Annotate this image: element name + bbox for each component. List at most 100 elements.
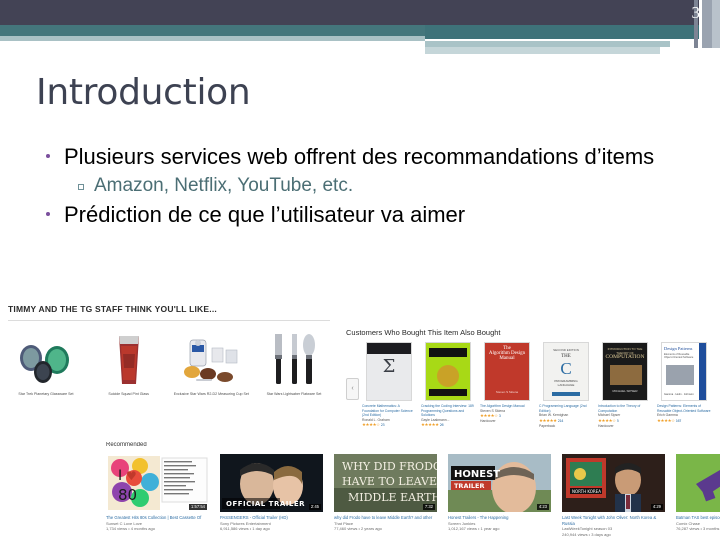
video-thumbnail: I ♥ 80 1:57:54 bbox=[106, 454, 209, 512]
amazon-panel: Customers Who Bought This Item Also Boug… bbox=[340, 320, 718, 444]
star-rating-icon: ★★★★☆ 23 bbox=[362, 423, 416, 428]
book-title: Concrete Mathematics: A Foundation for C… bbox=[362, 404, 413, 418]
book-author: Gayle Laakmann... bbox=[421, 417, 450, 422]
youtube-panel: Recommended I ♥ 80 1:57:54 The Greatest … bbox=[104, 442, 720, 540]
video-meta: 77,460 views • 2 years ago bbox=[334, 526, 382, 531]
video-thumbnail: 17:25 bbox=[676, 454, 720, 512]
list-item[interactable]: SECOND EDITION THE C PROGRAMMING LANGUAGE… bbox=[539, 342, 593, 428]
review-count: 214 bbox=[557, 418, 564, 423]
bullet-text: Prédiction de ce que l’utilisateur va ai… bbox=[64, 202, 466, 227]
page-number: 3 bbox=[691, 3, 701, 22]
slide-body: Plusieurs services web offrent des recom… bbox=[36, 142, 656, 229]
video-meta: 240,944 views • 3 days ago bbox=[562, 531, 611, 537]
product-image bbox=[91, 328, 167, 386]
list-item[interactable]: Design Patterns Elements of Reusable Obje… bbox=[657, 342, 711, 428]
review-count: 23 bbox=[380, 423, 385, 428]
carousel-prev-button[interactable]: ‹ bbox=[346, 378, 359, 400]
video-title: Last Week Tonight with John Oliver: Nort… bbox=[562, 515, 657, 526]
list-item[interactable]: NORTH KOREA 4:29 Last Week Tonight with … bbox=[562, 454, 667, 537]
product-caption: Star Wars Lightsaber Flatware Set bbox=[266, 392, 322, 396]
book-cover-image: Design Patterns Elements of Reusable Obje… bbox=[661, 342, 707, 401]
list-item[interactable]: WHY DID FRODO HAVE TO LEAVE MIDDLE EARTH… bbox=[334, 454, 439, 537]
list-item[interactable]: Σ Concrete Mathematics: A Foundation for… bbox=[362, 342, 416, 428]
bullet-dot-icon bbox=[46, 154, 50, 158]
header-vertical-bar-4 bbox=[712, 0, 720, 48]
divider bbox=[8, 320, 330, 321]
book-cover-image: The Algorithm Design Manual Steven S Skien… bbox=[484, 342, 530, 401]
thinkgeek-heading: TIMMY AND THE TG STAFF THINK YOU'LL LIKE… bbox=[8, 304, 217, 314]
star-rating-icon: ★★★★☆ 167 bbox=[657, 419, 711, 424]
bullet-text: Plusieurs services web offrent des recom… bbox=[64, 144, 655, 169]
list-item[interactable]: The Algorithm Design Manual Steven S Skien… bbox=[480, 342, 534, 428]
video-duration: 4:23 bbox=[536, 504, 549, 510]
svg-text:♥: ♥ bbox=[126, 469, 137, 483]
book-cover-image bbox=[425, 342, 471, 401]
header-teal-band-right bbox=[425, 25, 720, 39]
thinkgeek-panel: TIMMY AND THE TG STAFF THINK YOU'LL LIKE… bbox=[2, 296, 338, 424]
svg-text:TRAILER: TRAILER bbox=[454, 482, 484, 490]
svg-text:I: I bbox=[118, 468, 122, 484]
video-duration: 7:32 bbox=[422, 504, 435, 510]
book-author: Michael Sipser bbox=[598, 413, 621, 418]
list-item[interactable]: Star Trek Planetary Glassware Set bbox=[8, 328, 84, 397]
review-count: 5 bbox=[616, 418, 619, 423]
video-meta: 1,734 views • 4 months ago bbox=[106, 526, 155, 531]
video-thumbnail: HONEST TRAILER 4:23 bbox=[448, 454, 551, 512]
youtube-video-row: I ♥ 80 1:57:54 The Greatest Hits 80s Col… bbox=[106, 454, 720, 537]
book-author: Erich Gamma bbox=[657, 413, 678, 418]
video-duration: 2:45 bbox=[308, 504, 321, 510]
recommendation-screenshots-collage: TIMMY AND THE TG STAFF THINK YOU'LL LIKE… bbox=[0, 296, 720, 540]
product-caption: Suicide Squad Pint Glass bbox=[108, 392, 149, 396]
book-cover-image: INTRODUCTION TO THE THEORY OF COMPUTATIO… bbox=[602, 342, 648, 401]
list-item[interactable]: 17:25 Batman TAS best episode Comix Chas… bbox=[676, 454, 720, 537]
youtube-heading: Recommended bbox=[106, 442, 147, 448]
book-title: Design Patterns: Elements of Reusable Ob… bbox=[657, 404, 711, 413]
svg-text:MIDDLE EARTH?: MIDDLE EARTH? bbox=[348, 491, 437, 504]
product-image bbox=[8, 328, 84, 386]
review-count: 167 bbox=[675, 418, 682, 423]
bullet-list: Plusieurs services web offrent des recom… bbox=[36, 142, 656, 229]
list-item: Plusieurs services web offrent des recom… bbox=[36, 142, 656, 199]
header-pale-band-low bbox=[425, 47, 660, 54]
list-item[interactable]: Suicide Squad Pint Glass bbox=[91, 328, 167, 397]
book-title: Introduction to the Theory of Computatio… bbox=[598, 404, 641, 413]
book-cover-image: SECOND EDITION THE C PROGRAMMING LANGUAGE bbox=[543, 342, 589, 401]
list-item[interactable]: HONEST TRAILER 4:23 Honest Trailers - Th… bbox=[448, 454, 553, 537]
header-vertical-bar-3 bbox=[702, 0, 712, 48]
thinkgeek-product-row: Star Trek Planetary Glassware Set Suicid… bbox=[8, 328, 332, 397]
stars-glyphs: ★★★★★ bbox=[421, 423, 439, 429]
video-thumbnail: WHY DID FRODO HAVE TO LEAVE MIDDLE EARTH… bbox=[334, 454, 437, 512]
svg-text:80: 80 bbox=[118, 486, 137, 504]
list-item[interactable]: INTRODUCTION TO THE THEORY OF COMPUTATIO… bbox=[598, 342, 652, 428]
svg-text:NORTH KOREA: NORTH KOREA bbox=[572, 489, 601, 494]
video-duration: 4:29 bbox=[650, 504, 663, 510]
star-rating-icon: ★★★★★ 26 bbox=[421, 423, 475, 428]
list-item[interactable]: Star Wars Lightsaber Flatware Set bbox=[256, 328, 332, 397]
book-format: Hardcover bbox=[598, 423, 614, 428]
list-item: Amazon, Netflix, YouTube, etc. bbox=[64, 173, 656, 199]
bullet-dot-icon bbox=[46, 212, 50, 216]
video-meta: 6,911,586 views • 1 day ago bbox=[220, 526, 270, 531]
product-image bbox=[173, 328, 249, 386]
book-title: Cracking the Coding Interview: 189 Progr… bbox=[421, 404, 474, 418]
product-image bbox=[256, 328, 332, 386]
product-caption: Exclusive Star Wars R2-D2 Measuring Cup … bbox=[173, 392, 249, 396]
book-format: Hardcover bbox=[480, 419, 496, 424]
book-author: Steven S Skiena bbox=[480, 408, 506, 413]
list-item[interactable]: OFFICIAL TRAILER 2:45 PASSENGERS - Offic… bbox=[220, 454, 325, 537]
list-item[interactable]: Exclusive Star Wars R2-D2 Measuring Cup … bbox=[173, 328, 249, 397]
video-meta: 1,012,167 views • 1 year ago bbox=[448, 526, 500, 531]
list-item[interactable]: Cracking the Coding Interview: 189 Progr… bbox=[421, 342, 475, 428]
book-author: Brian W. Kernighan bbox=[539, 413, 569, 418]
list-item[interactable]: I ♥ 80 1:57:54 The Greatest Hits 80s Col… bbox=[106, 454, 211, 537]
book-cover-image: Σ bbox=[366, 342, 412, 401]
svg-text:HAVE TO LEAVE: HAVE TO LEAVE bbox=[342, 475, 437, 488]
svg-text:OFFICIAL TRAILER: OFFICIAL TRAILER bbox=[226, 500, 305, 508]
page-title: Introduction bbox=[36, 72, 251, 113]
sub-bullet-list: Amazon, Netflix, YouTube, etc. bbox=[64, 173, 656, 199]
bullet-square-icon bbox=[78, 184, 84, 190]
stars-glyphs: ★★★★☆ bbox=[362, 423, 380, 429]
video-meta: 76,287 views • 3 months ago bbox=[676, 526, 720, 531]
sub-bullet-text: Amazon, Netflix, YouTube, etc. bbox=[94, 175, 354, 196]
review-count: 3 bbox=[498, 414, 501, 419]
